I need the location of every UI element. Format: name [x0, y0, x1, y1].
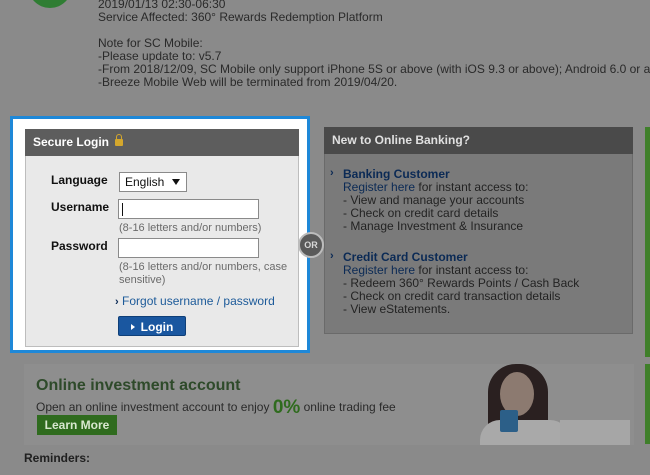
register-link[interactable]: Register here [343, 180, 415, 194]
section-heading: Banking Customer [343, 167, 450, 181]
forgot-link[interactable]: › Forgot username / password [115, 294, 275, 308]
lock-icon [115, 134, 124, 146]
maintenance-notice: 2019/01/13 02:30-06:30 Service Affected:… [98, 0, 650, 89]
register-suffix: for instant access to: [415, 180, 529, 194]
username-input[interactable] [118, 199, 259, 219]
reminders-heading: Reminders: [24, 451, 91, 465]
password-input[interactable] [118, 238, 259, 258]
banner-subtitle: Open an online investment account to enj… [36, 395, 396, 418]
list-item: - Manage Investment & Insurance [343, 219, 524, 233]
chevron-right-icon: › [330, 250, 334, 262]
login-button-label: Login [140, 320, 174, 334]
learn-more-button[interactable]: Learn More [37, 415, 117, 435]
section-heading: Credit Card Customer [343, 250, 468, 264]
language-value: English [125, 175, 165, 189]
text-caret [122, 203, 123, 216]
list-item: - View eStatements. [343, 302, 451, 316]
login-title-text: Secure Login [33, 135, 110, 149]
or-divider: OR [298, 232, 324, 258]
fee-percentage: 0% [272, 397, 301, 418]
banking-customer-section: › Banking Customer Register here for ins… [330, 167, 630, 233]
register-suffix: for instant access to: [415, 263, 529, 277]
mug-image [500, 410, 518, 432]
notice-line: Service Affected: 360° Rewards Redemptio… [98, 10, 383, 24]
banner-sub-before: Open an online investment account to enj… [36, 400, 273, 414]
chevron-right-icon: › [330, 167, 334, 179]
dropdown-arrow-icon [172, 179, 180, 185]
person-shirt [480, 420, 570, 445]
password-label: Password [51, 239, 108, 253]
laptop-image [560, 420, 630, 445]
side-green-bar-lower [645, 364, 650, 444]
language-select[interactable]: English [119, 172, 187, 192]
secure-login-panel: Secure Login Language English Username (… [10, 116, 310, 353]
new-banking-title: New to Online Banking? [324, 127, 633, 154]
side-green-bar [645, 127, 650, 357]
chevron-right-icon: › [115, 296, 119, 308]
password-hint: (8-16 letters and/or numbers, case [119, 261, 288, 273]
banner-title: Online investment account [36, 377, 241, 394]
login-button[interactable]: Login [118, 316, 186, 336]
login-title: Secure Login [25, 129, 299, 156]
username-hint: (8-16 letters and/or numbers) [119, 222, 262, 234]
banner-sub-after: online trading fee [300, 400, 396, 414]
credit-card-customer-section: › Credit Card Customer Register here for… [330, 250, 630, 316]
play-arrow-icon [130, 324, 135, 330]
forgot-link-text: Forgot username / password [122, 294, 275, 308]
username-label: Username [51, 200, 110, 214]
register-link[interactable]: Register here [343, 263, 415, 277]
language-label: Language [51, 173, 108, 187]
notice-line: -Breeze Mobile Web will be terminated fr… [98, 75, 398, 89]
status-icon [28, 0, 72, 8]
password-hint-cont: sensitive) [119, 274, 166, 286]
